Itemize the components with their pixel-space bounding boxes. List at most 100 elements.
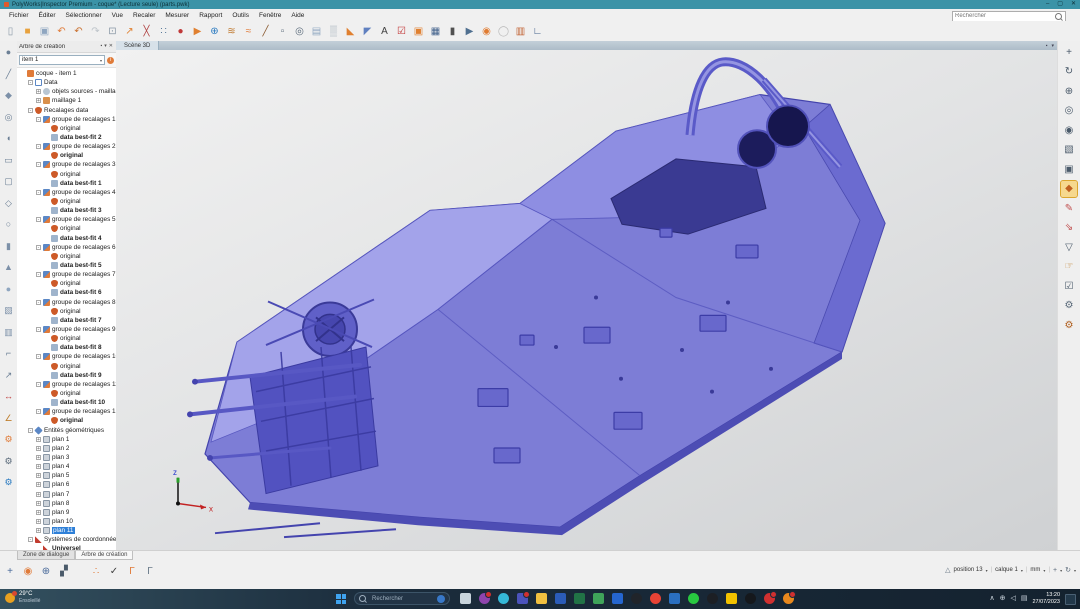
security-app-icon[interactable] [764,593,775,604]
menu-item[interactable]: Outils [227,12,254,19]
image-scene-icon[interactable]: ▶ [462,24,477,39]
tree-item[interactable]: - groupe de recalages 8 [17,298,116,307]
tree-expander-icon[interactable]: + [36,455,41,460]
weather-widget[interactable]: 29°C Ensoleillé [5,591,40,604]
tree-expander-icon[interactable]: - [36,245,41,250]
tree-item[interactable]: + plan 10 [17,517,116,526]
taskbar-clock[interactable]: 13:20 27/07/2023 [1032,592,1060,606]
tree-item[interactable]: - groupe de recalages 4 [17,188,116,197]
sphere-icon[interactable]: ● [2,283,15,296]
taskbar-search[interactable]: Rechercher [354,592,450,605]
tree-item[interactable]: + plan 3 [17,453,116,462]
tree-expander-icon[interactable]: + [36,492,41,497]
select-region-icon[interactable]: ▫ [275,24,290,39]
tree-expander-icon[interactable]: + [36,98,41,103]
tree-expander-icon[interactable]: - [36,409,41,414]
start-button[interactable] [336,594,346,604]
tree-item[interactable]: - Entités géométriques [17,425,116,434]
tag-snapshot-icon[interactable]: ▣ [411,24,426,39]
tree-item[interactable]: original [17,151,116,160]
save-icon[interactable]: ▣ [37,24,52,39]
dark-app-icon[interactable] [707,593,718,604]
undo-history-icon[interactable]: ↶ [71,24,86,39]
scene-3d[interactable]: z x [116,50,1058,551]
angle-icon[interactable]: ∠ [2,412,15,425]
tree-item[interactable]: coque - item 1 [17,69,116,78]
tree-expander-icon[interactable]: + [36,446,41,451]
tree-item[interactable]: + plan 9 [17,508,116,517]
tree-item[interactable]: data best-fit 1 [17,179,116,188]
tree-item[interactable]: original [17,279,116,288]
tree-expander-icon[interactable]: + [36,473,41,478]
tree-item[interactable]: original [17,124,116,133]
file-explorer-icon[interactable] [536,593,547,604]
teamviewer-icon[interactable] [612,593,623,604]
globe-align-icon[interactable]: ⊕ [207,24,222,39]
cloud-icon[interactable]: ▒ [326,24,341,39]
gear-gauge-icon[interactable]: ⚙ [2,455,15,468]
menu-item[interactable]: Vue [107,12,128,19]
chart-icon[interactable]: ∟ [530,24,545,39]
outlook-icon[interactable] [669,593,680,604]
volume-icon[interactable]: ◁ [1010,591,1015,607]
excel-icon[interactable] [574,593,585,604]
tree-item[interactable]: original [17,416,116,425]
circle-icon[interactable]: ◎ [2,111,15,124]
tree-item[interactable]: data best-fit 8 [17,343,116,352]
point-validate-icon[interactable]: ✓ [107,564,121,578]
menu-item[interactable]: Rapport [194,12,227,19]
tree-expander-icon[interactable]: - [36,144,41,149]
form-report-icon[interactable]: ▤ [309,24,324,39]
tree-expander-icon[interactable]: - [36,217,41,222]
store-app-icon[interactable] [479,593,490,604]
tree-item[interactable]: original [17,197,116,206]
menu-search-box[interactable] [952,11,1066,22]
tree-expander-icon[interactable]: - [28,537,33,542]
tree-expander-icon[interactable]: + [36,89,41,94]
tree-item[interactable]: - groupe de recalages 9 [17,325,116,334]
box-icon[interactable]: ▥ [2,326,15,339]
tree-item[interactable]: - Data [17,78,116,87]
pause-macro-icon[interactable]: ◯ [496,24,511,39]
flag-orange-icon[interactable]: ◣ [343,24,358,39]
ellipse-icon[interactable]: ○ [2,218,15,231]
units-caret-icon[interactable]: ▾ [1043,568,1045,573]
tree-item[interactable]: data best-fit 5 [17,261,116,270]
standard-views-icon[interactable]: ▣ [1061,161,1077,177]
tab-scene-3d[interactable]: Scène 3D [116,41,159,50]
tree-item[interactable]: original [17,307,116,316]
new-file-icon[interactable]: ▯ [3,24,18,39]
whatsapp-icon[interactable] [688,593,699,604]
ln-app-icon[interactable] [745,593,756,604]
tree-expander-icon[interactable]: - [36,354,41,359]
tree-item[interactable]: data best-fit 6 [17,288,116,297]
maximize-button[interactable]: ▢ [1057,0,1063,9]
device-icon[interactable]: ● [173,24,188,39]
network-icon[interactable]: ⊕ [1000,591,1006,607]
camera-icon[interactable]: ▮ [445,24,460,39]
polyline-icon[interactable]: ⌐ [2,347,15,360]
tree-expander-icon[interactable]: - [36,117,41,122]
polygon-icon[interactable]: ◇ [2,197,15,210]
tray-expand-icon[interactable]: ∧ [989,591,994,607]
gear-object-icon[interactable]: ⚙ [1061,317,1077,333]
cylinder-icon[interactable]: ▮ [2,240,15,253]
status-position[interactable]: position 13 [954,567,983,573]
tree-item[interactable]: - groupe de recalages 6 [17,243,116,252]
tree-item[interactable]: + plan 7 [17,489,116,498]
viewport-pin-icon[interactable]: ▪ [1046,43,1048,49]
close-button[interactable]: ✕ [1071,0,1076,9]
status-units[interactable]: mm [1030,567,1040,573]
tree-item[interactable]: - groupe de recalages 7 [17,270,116,279]
tree-item[interactable]: original [17,224,116,233]
zoom-fit-icon[interactable]: ◎ [1061,103,1077,119]
probe-align-icon[interactable]: + [3,564,17,578]
line-icon[interactable]: ╱ [2,68,15,81]
tree-expander-icon[interactable]: - [36,327,41,332]
cone-icon[interactable]: ▲ [2,261,15,274]
tree-item[interactable]: - groupe de recalages 2 [17,142,116,151]
view-cube-icon[interactable]: ▧ [1061,142,1077,158]
word-icon[interactable] [555,593,566,604]
clipboard-icon[interactable]: ▥ [513,24,528,39]
rotate-view-icon[interactable]: ↻ [1061,64,1077,80]
